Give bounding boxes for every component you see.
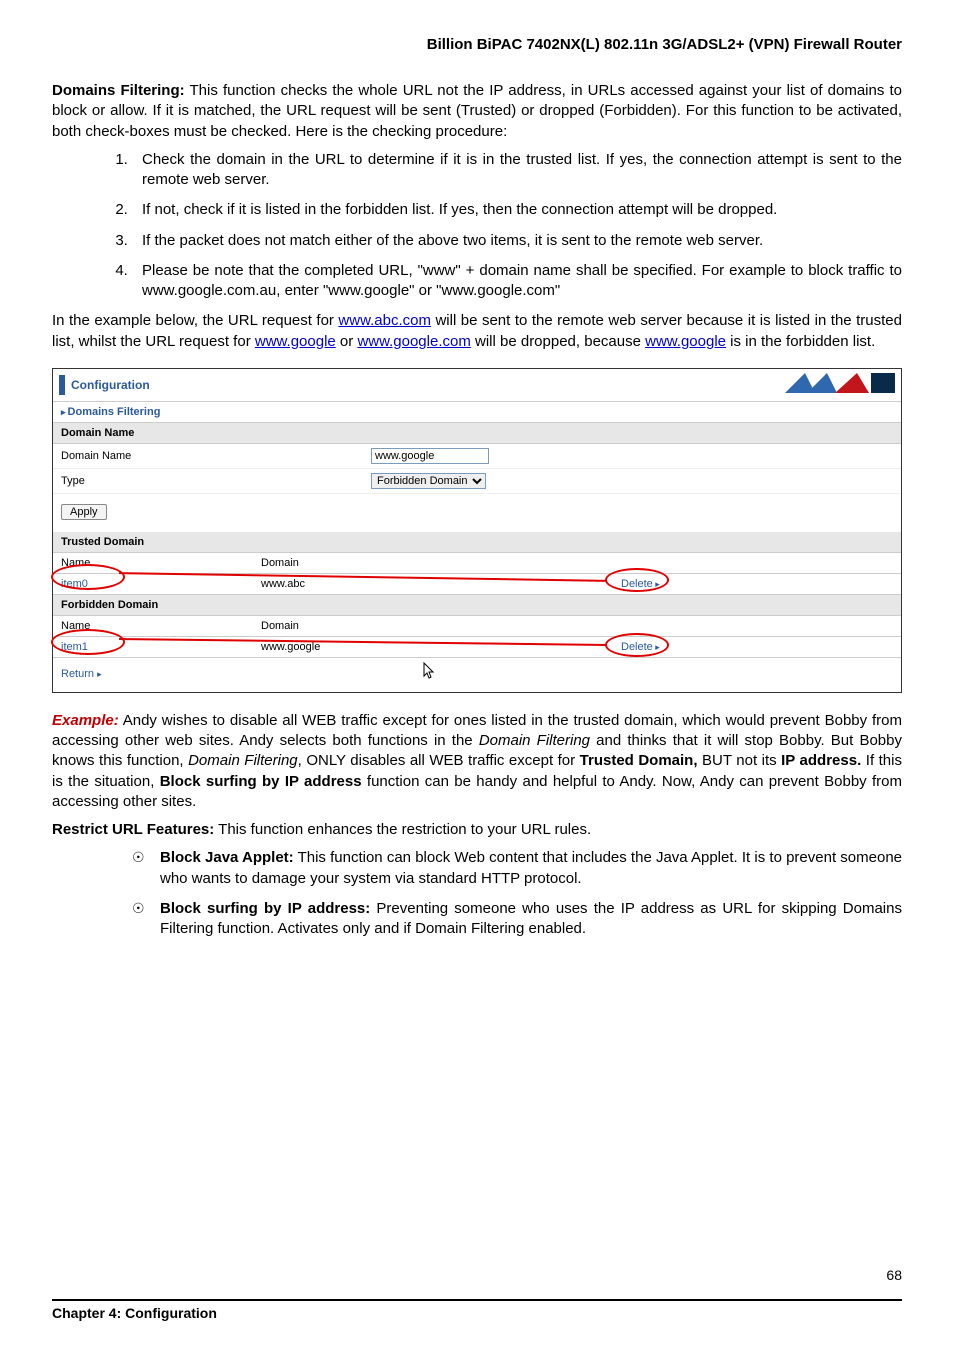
subsection-trusted-domain: Trusted Domain bbox=[53, 532, 901, 553]
step-3: If the packet does not match either of t… bbox=[132, 231, 902, 251]
trusted-domain-value: www.abc bbox=[261, 578, 621, 590]
forbidden-col-domain: Domain bbox=[261, 620, 621, 632]
table-row: item1 www.google Delete bbox=[53, 637, 901, 658]
example-paragraph: Example: Andy wishes to disable all WEB … bbox=[52, 711, 902, 812]
forbidden-domain-value: www.google bbox=[261, 641, 621, 653]
domains-filtering-heading: Domains Filtering: bbox=[52, 82, 185, 99]
trusted-item-link[interactable]: item0 bbox=[61, 578, 88, 590]
trusted-col-name: Name bbox=[61, 557, 261, 569]
link-google-com[interactable]: www.google.com bbox=[442, 282, 555, 299]
table-row: item0 www.abc Delete bbox=[53, 574, 901, 595]
bullet-block-ip: Block surfing by IP address: Preventing … bbox=[132, 899, 902, 940]
type-select[interactable]: Forbidden Domain bbox=[371, 473, 486, 489]
cursor-icon bbox=[423, 662, 437, 683]
step-2: If not, check if it is listed in the for… bbox=[132, 200, 902, 220]
brand-logo bbox=[785, 373, 895, 397]
step-1: Check the domain in the URL to determine… bbox=[132, 150, 902, 191]
restrict-url-heading: Restrict URL Features: bbox=[52, 821, 214, 838]
restrict-bullets: Block Java Applet: This function can blo… bbox=[52, 848, 902, 939]
type-label: Type bbox=[61, 475, 371, 487]
configuration-panel: Configuration Domains Filtering Domain N… bbox=[52, 368, 902, 693]
example-below-paragraph: In the example below, the URL request fo… bbox=[52, 311, 902, 352]
example-label: Example: bbox=[52, 712, 119, 729]
procedure-list: Check the domain in the URL to determine… bbox=[52, 150, 902, 302]
trusted-col-domain: Domain bbox=[261, 557, 621, 569]
step-4: Please be note that the completed URL, "… bbox=[132, 261, 902, 302]
forbidden-item-link[interactable]: item1 bbox=[61, 641, 88, 653]
link-google-com-2[interactable]: www.google.com bbox=[357, 333, 470, 350]
page-title: Billion BiPAC 7402NX(L) 802.11n 3G/ADSL2… bbox=[52, 36, 902, 53]
subsection-forbidden-domain: Forbidden Domain bbox=[53, 595, 901, 616]
domain-name-row: Domain Name bbox=[53, 444, 901, 469]
section-domains-filtering: Domains Filtering bbox=[53, 401, 901, 423]
link-google-2[interactable]: www.google bbox=[255, 333, 336, 350]
subsection-domain-name: Domain Name bbox=[53, 423, 901, 444]
domains-filtering-intro: Domains Filtering: This function checks … bbox=[52, 81, 902, 142]
link-google[interactable]: www.google bbox=[328, 282, 409, 299]
page-footer: 68 Chapter 4: Configuration bbox=[52, 1283, 902, 1321]
chapter-label: Chapter 4: Configuration bbox=[52, 1305, 217, 1321]
return-link[interactable]: Return bbox=[53, 658, 901, 692]
panel-title: Configuration bbox=[71, 378, 150, 392]
link-google-3[interactable]: www.google bbox=[645, 333, 726, 350]
type-row: Type Forbidden Domain bbox=[53, 469, 901, 494]
restrict-url-paragraph: Restrict URL Features: This function enh… bbox=[52, 820, 902, 840]
domain-name-input[interactable] bbox=[371, 448, 489, 464]
link-google-au[interactable]: www.google.com.au bbox=[142, 282, 276, 299]
domain-name-label: Domain Name bbox=[61, 450, 371, 462]
bullet-block-java: Block Java Applet: This function can blo… bbox=[132, 848, 902, 889]
delete-trusted-button[interactable]: Delete bbox=[621, 578, 660, 590]
link-abc[interactable]: www.abc.com bbox=[338, 312, 431, 329]
delete-forbidden-button[interactable]: Delete bbox=[621, 641, 660, 653]
header-accent-bar bbox=[59, 375, 65, 395]
page-number: 68 bbox=[886, 1267, 902, 1283]
apply-button[interactable]: Apply bbox=[61, 504, 107, 520]
forbidden-col-name: Name bbox=[61, 620, 261, 632]
